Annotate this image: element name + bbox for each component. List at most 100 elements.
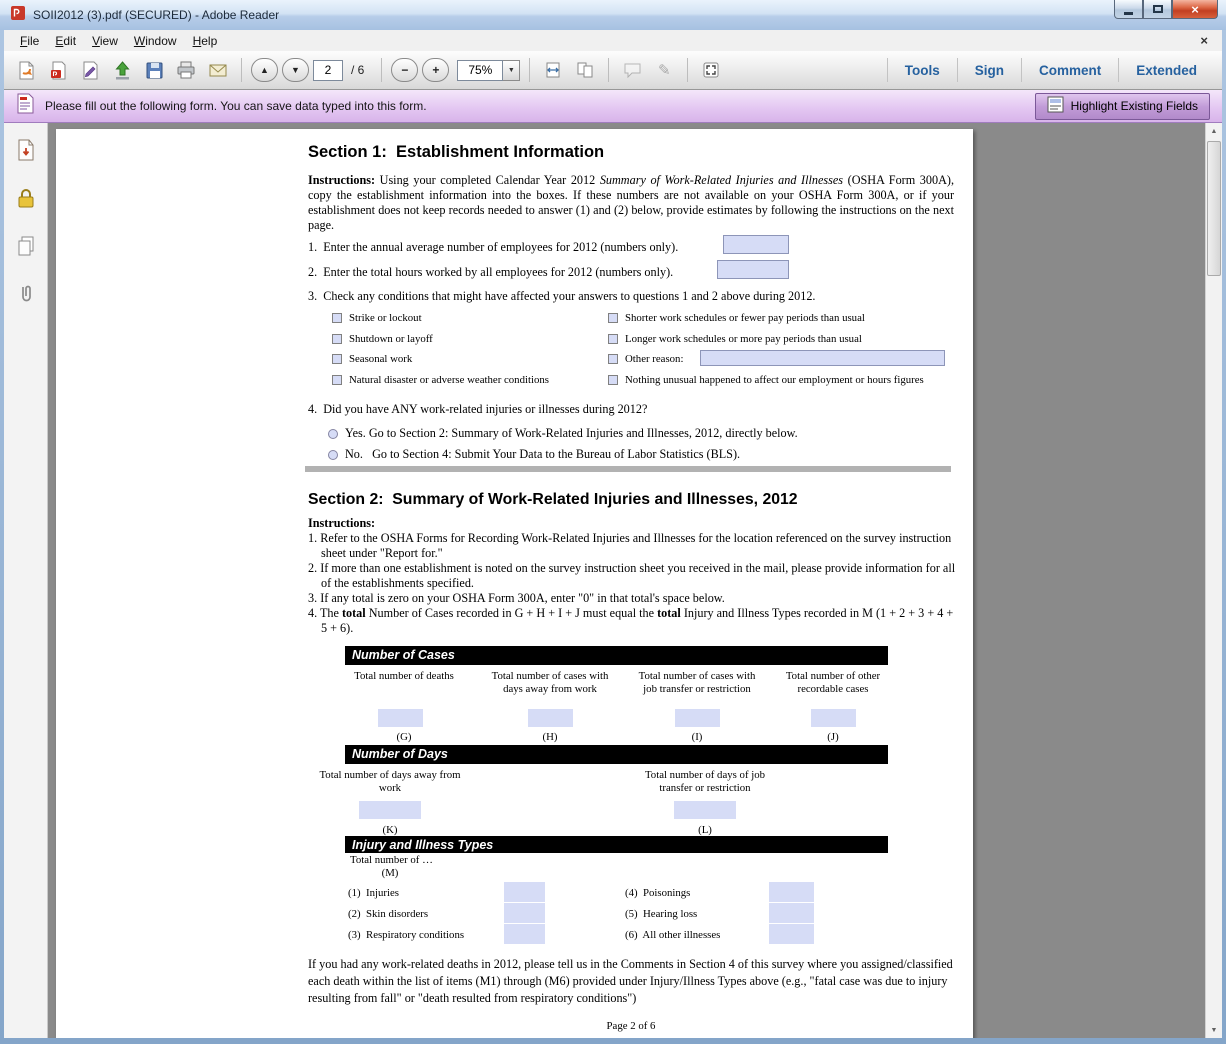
comment-balloon-button[interactable]: [618, 56, 646, 84]
markup-pencil-button[interactable]: ✎: [650, 56, 678, 84]
field-m3[interactable]: [504, 924, 545, 944]
condition-checkbox[interactable]: [332, 375, 342, 385]
toolbar-separator: [608, 58, 609, 82]
section-divider: [305, 466, 951, 472]
condition-label: Natural disaster or adverse weather cond…: [349, 374, 549, 386]
menu-window[interactable]: Window: [126, 32, 185, 50]
zoom-in-icon: +: [432, 63, 439, 77]
field-g[interactable]: [378, 709, 423, 727]
section2-instruction-1: 1. Refer to the OSHA Forms for Recording…: [308, 531, 956, 561]
section1-instructions: Instructions: Using your completed Calen…: [308, 173, 954, 233]
scroll-up-button[interactable]: ▲: [1206, 123, 1222, 139]
condition-checkbox[interactable]: [608, 313, 618, 323]
scroll-thumb[interactable]: [1207, 141, 1221, 276]
scrolling-mode-button[interactable]: [539, 56, 567, 84]
tools-link[interactable]: Tools: [888, 63, 957, 78]
section2-title: Section 2: Summary of Work-Related Injur…: [308, 491, 798, 509]
condition-label: Other reason:: [625, 353, 683, 365]
condition-checkbox[interactable]: [608, 334, 618, 344]
menu-file[interactable]: File: [12, 32, 47, 50]
sign-link[interactable]: Sign: [958, 63, 1021, 78]
paperclip-icon: [15, 283, 37, 305]
other-reason-field[interactable]: [700, 350, 945, 366]
instruction-bold: total: [657, 606, 681, 620]
question2-field[interactable]: [717, 260, 789, 279]
highlight-fields-label: Highlight Existing Fields: [1071, 99, 1198, 113]
share-upload-button[interactable]: [108, 56, 136, 84]
field-k[interactable]: [359, 801, 421, 819]
scroll-up-icon: ▲: [1211, 128, 1218, 135]
maximize-button[interactable]: [1143, 0, 1172, 19]
field-m4[interactable]: [769, 882, 814, 902]
condition-label: Shorter work schedules or fewer pay peri…: [625, 312, 865, 324]
answer-row: No. Go to Section 4: Submit Your Data to…: [328, 447, 740, 462]
scroll-down-button[interactable]: ▼: [1206, 1022, 1222, 1038]
condition-checkbox[interactable]: [608, 354, 618, 364]
death-note: If you had any work-related deaths in 20…: [308, 956, 954, 1007]
create-pdf-button[interactable]: [44, 56, 72, 84]
condition-row: Nothing unusual happened to affect our e…: [608, 374, 924, 386]
cases-col-label: Total number of cases with days away fro…: [488, 670, 612, 696]
menubar-close-icon[interactable]: ×: [1194, 33, 1214, 48]
pages-panel-button[interactable]: [13, 233, 39, 259]
export-pdf-panel-button[interactable]: [13, 137, 39, 163]
field-m2[interactable]: [504, 903, 545, 923]
minimize-button[interactable]: [1114, 0, 1143, 19]
zoom-dropdown-button[interactable]: ▼: [503, 60, 520, 81]
fill-sign-button[interactable]: [76, 56, 104, 84]
adobe-reader-app-icon: [10, 5, 26, 26]
field-j[interactable]: [811, 709, 856, 727]
zoom-level-input[interactable]: [457, 60, 503, 81]
instruction-text: 4. The: [308, 606, 342, 620]
comment-link[interactable]: Comment: [1022, 63, 1118, 78]
zoom-in-button[interactable]: +: [422, 58, 449, 82]
single-page-button[interactable]: [571, 56, 599, 84]
field-letter: (G): [342, 731, 466, 744]
condition-checkbox[interactable]: [332, 313, 342, 323]
titlebar[interactable]: SOII2012 (3).pdf (SECURED) - Adobe Reade…: [0, 0, 1226, 30]
menu-help[interactable]: Help: [185, 32, 226, 50]
field-m6[interactable]: [769, 924, 814, 944]
print-button[interactable]: [172, 56, 200, 84]
highlight-fields-button[interactable]: Highlight Existing Fields: [1035, 93, 1210, 120]
question1-field[interactable]: [723, 235, 789, 254]
field-letter: (L): [630, 824, 780, 837]
question2-label: 2. Enter the total hours worked by all e…: [308, 265, 673, 280]
field-h[interactable]: [528, 709, 573, 727]
field-i[interactable]: [675, 709, 720, 727]
types-total-letter: (M): [315, 867, 465, 880]
condition-checkbox[interactable]: [332, 334, 342, 344]
next-page-button[interactable]: ▼: [282, 58, 309, 82]
field-m5[interactable]: [769, 903, 814, 923]
print-icon: [175, 60, 197, 81]
radio-no-label: No. Go to Section 4: Submit Your Data to…: [345, 447, 740, 462]
attachments-panel-button[interactable]: [13, 281, 39, 307]
scrollbar[interactable]: ▲ ▼: [1205, 123, 1222, 1038]
close-button[interactable]: ×: [1172, 0, 1218, 19]
menu-view[interactable]: View: [84, 32, 126, 50]
previous-page-button[interactable]: ▲: [251, 58, 278, 82]
page-up-icon: ▲: [260, 65, 269, 75]
condition-checkbox[interactable]: [332, 354, 342, 364]
radio-no[interactable]: [328, 450, 338, 460]
save-button[interactable]: [140, 56, 168, 84]
extended-link[interactable]: Extended: [1119, 63, 1214, 78]
zoom-out-button[interactable]: −: [391, 58, 418, 82]
menu-edit[interactable]: Edit: [47, 32, 84, 50]
type-label-6: (6) All other illnesses: [625, 929, 720, 941]
email-button[interactable]: [204, 56, 232, 84]
open-button[interactable]: [12, 56, 40, 84]
field-l[interactable]: [674, 801, 736, 819]
navigation-pane: [4, 123, 48, 1038]
page-number-input[interactable]: [313, 60, 343, 81]
field-m1[interactable]: [504, 882, 545, 902]
radio-yes-label: Yes. Go to Section 2: Summary of Work-Re…: [345, 426, 798, 441]
condition-checkbox[interactable]: [608, 375, 618, 385]
radio-yes[interactable]: [328, 429, 338, 439]
highlight-fields-icon: [1047, 96, 1064, 116]
fullscreen-button[interactable]: [697, 56, 725, 84]
share-upload-icon: [112, 60, 133, 81]
section2-instruction-3: 3. If any total is zero on your OSHA For…: [308, 591, 956, 606]
type-label-2: (2) Skin disorders: [348, 908, 428, 920]
security-panel-button[interactable]: [13, 185, 39, 211]
